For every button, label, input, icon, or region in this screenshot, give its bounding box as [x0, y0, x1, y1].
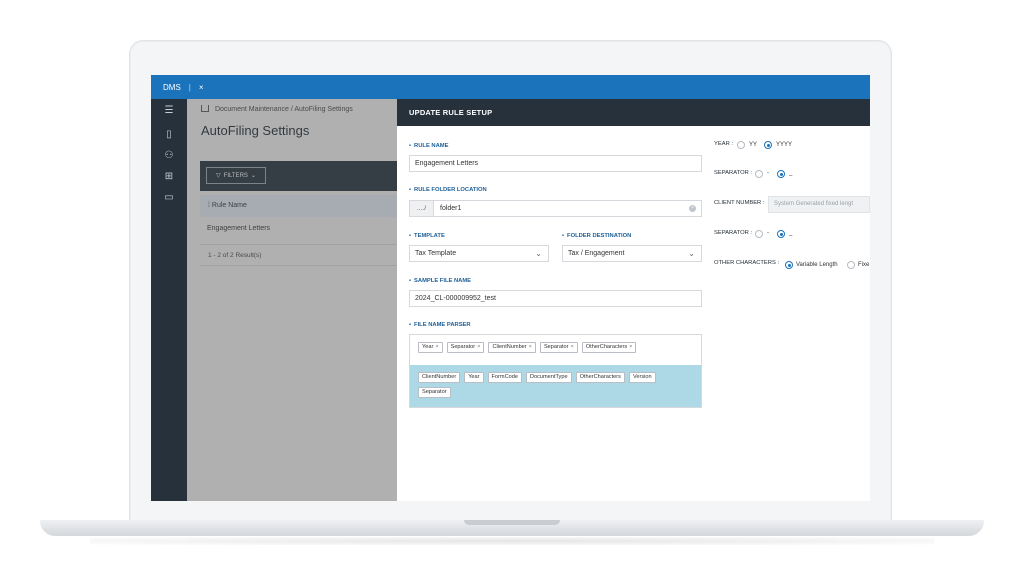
available-token[interactable]: FormCode: [487, 372, 522, 383]
client-number-label: CLIENT NUMBER :: [714, 200, 765, 206]
laptop-shadow: [90, 537, 934, 545]
tab-divider: |: [188, 82, 191, 92]
panel-title: UPDATE RULE SETUP: [397, 99, 870, 126]
users-icon[interactable]: ⚇: [163, 150, 175, 162]
token-chip[interactable]: OtherCharacters ×: [581, 342, 637, 353]
laptop-notch: [464, 520, 560, 525]
token-chip[interactable]: ClientNumber ×: [488, 342, 536, 353]
document-icon[interactable]: ▯: [163, 129, 175, 141]
available-tokens: ClientNumber Year FormCode DocumentType …: [410, 365, 701, 407]
variable-length-label: Variable Length: [796, 262, 838, 268]
variable-length-radio[interactable]: [785, 261, 793, 269]
file-name-parser: Year × Separator × ClientNumber × Separator…: [409, 334, 702, 408]
client-number-input[interactable]: System Generated fixed lengt: [768, 196, 870, 213]
year-yy-label: YY: [749, 142, 758, 148]
rule-name-label: • RULE NAME: [409, 143, 449, 149]
separator-dash-radio[interactable]: [755, 230, 763, 238]
separator-dash-label: -: [767, 230, 769, 236]
year-yyyy-label: YYYY: [776, 142, 793, 148]
separator-dash-label: -: [767, 170, 769, 176]
other-characters-label: OTHER CHARACTERS :: [714, 260, 780, 266]
available-token[interactable]: OtherCharacters: [575, 372, 625, 383]
separator-label: SEPARATOR :: [714, 170, 753, 176]
close-tab-icon[interactable]: ×: [199, 83, 204, 92]
available-token[interactable]: Separator: [418, 387, 451, 398]
token-chip[interactable]: Year ×: [418, 342, 443, 353]
folder-value: folder1: [440, 205, 462, 212]
sample-file-input[interactable]: 2024_CL-000009952_test: [409, 290, 702, 307]
year-label: YEAR :: [714, 141, 734, 147]
inbox-icon[interactable]: ⊞: [163, 171, 175, 183]
template-value: Tax Template: [415, 250, 457, 257]
folder-destination-value: Tax / Engagement: [568, 250, 625, 257]
folder-destination-select[interactable]: Tax / Engagement ⌄: [562, 245, 702, 262]
side-rail: ☰ ▯ ⚇ ⊞ ▭: [151, 99, 187, 501]
screen: DMS | × ☰ ▯ ⚇ ⊞ ▭ Document Maintenance /…: [151, 75, 870, 501]
fixed-length-radio[interactable]: [847, 261, 855, 269]
folder-location-input[interactable]: ..../ folder1 ×: [409, 200, 702, 217]
separator-label: SEPARATOR :: [714, 230, 753, 236]
separator-dash-radio[interactable]: [755, 170, 763, 178]
template-select[interactable]: Tax Template ⌄: [409, 245, 549, 262]
folder-destination-label: • FOLDER DESTINATION: [562, 233, 632, 239]
top-bar: DMS | ×: [151, 75, 870, 99]
selected-tokens: Year × Separator × ClientNumber × Separator…: [410, 335, 701, 365]
update-rule-panel: UPDATE RULE SETUP • RULE NAME Engagement …: [397, 99, 870, 501]
fixed-length-label: Fixe: [858, 262, 870, 268]
template-label: • TEMPLATE: [409, 233, 445, 239]
available-token[interactable]: ClientNumber: [418, 372, 461, 383]
token-chip[interactable]: Separator ×: [539, 342, 578, 353]
separator-underscore-radio[interactable]: [777, 230, 785, 238]
modal-overlay: [187, 99, 397, 501]
token-chip[interactable]: Separator ×: [446, 342, 485, 353]
year-yy-radio[interactable]: [737, 141, 745, 149]
available-token[interactable]: Year: [464, 372, 484, 383]
separator-underscore-label: _: [789, 230, 793, 236]
separator-underscore-radio[interactable]: [777, 170, 785, 178]
chevron-down-icon: ⌄: [535, 249, 542, 258]
parser-label: • FILE NAME PARSER: [409, 322, 471, 328]
available-token[interactable]: Version: [628, 372, 656, 383]
folder-location-label: • RULE FOLDER LOCATION: [409, 187, 487, 193]
year-yyyy-radio[interactable]: [764, 141, 772, 149]
folder-prefix: ..../: [410, 201, 434, 216]
separator-underscore-label: _: [789, 170, 793, 176]
chevron-down-icon: ⌄: [688, 249, 695, 258]
rule-name-input[interactable]: Engagement Letters: [409, 155, 702, 172]
clear-icon[interactable]: ×: [689, 205, 696, 212]
folder-icon[interactable]: ▭: [163, 192, 175, 204]
app-tab[interactable]: DMS: [163, 83, 181, 92]
available-token[interactable]: DocumentType: [525, 372, 572, 383]
menu-icon[interactable]: ☰: [163, 105, 175, 117]
laptop-mockup: DMS | × ☰ ▯ ⚇ ⊞ ▭ Document Maintenance /…: [0, 0, 1024, 581]
sample-file-label: • SAMPLE FILE NAME: [409, 278, 472, 284]
